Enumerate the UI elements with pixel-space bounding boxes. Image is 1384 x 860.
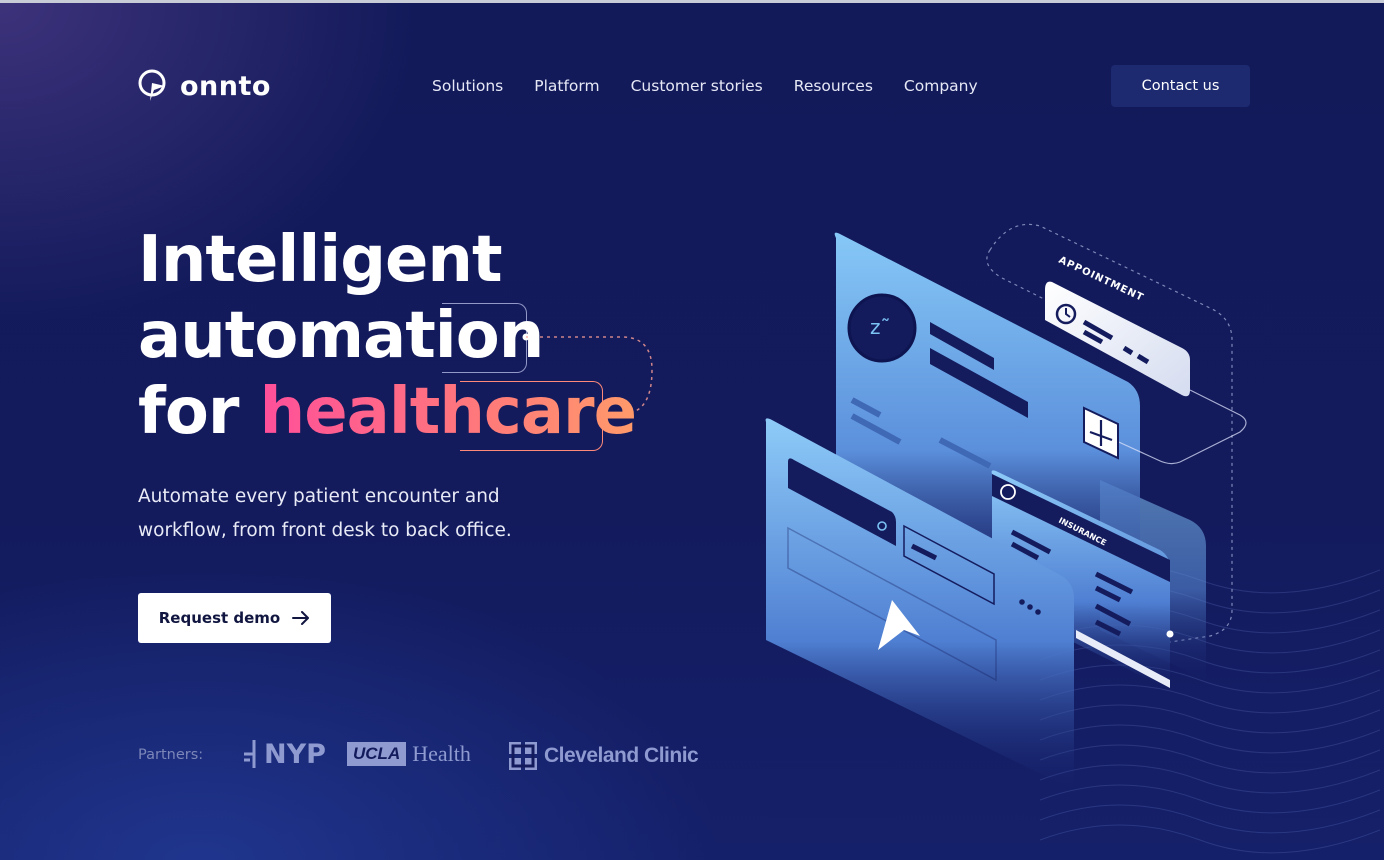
nav-platform[interactable]: Platform: [534, 77, 599, 95]
partner-logo-ucla-health: UCLA Health: [347, 741, 471, 767]
arrow-right-icon: [292, 611, 310, 625]
hero-headline: Intelligent automation for healthcare: [138, 222, 637, 450]
main-nav: Solutions Platform Customer stories Reso…: [432, 77, 1009, 95]
partner-logo-nyp: NYP: [242, 738, 326, 770]
ucla-box-wordmark: UCLA: [347, 742, 407, 766]
request-demo-label: Request demo: [158, 609, 281, 627]
headline-line-3: for healthcare: [138, 374, 637, 450]
more-options-icon: [1019, 599, 1025, 605]
partner-logo-cleveland-clinic: Cleveland Clinic: [508, 741, 699, 771]
brand-logo[interactable]: onnto: [136, 68, 271, 104]
cleveland-clinic-wordmark: Cleveland Clinic: [544, 744, 699, 767]
headline-accent-word: healthcare: [259, 375, 637, 449]
ucla-health-wordmark: Health: [412, 741, 471, 766]
brand-mark-icon: [138, 69, 166, 101]
nyp-wordmark: NYP: [264, 738, 326, 770]
nyp-mark-icon: [244, 740, 256, 768]
request-demo-button[interactable]: Request demo: [138, 593, 331, 643]
headline-line-2: automation: [138, 299, 544, 373]
brand-name: onnto: [180, 70, 271, 102]
sleep-glyph: z˜: [870, 315, 891, 339]
contact-us-button[interactable]: Contact us: [1111, 65, 1250, 107]
partners-label: Partners:: [138, 747, 204, 763]
nav-company[interactable]: Company: [904, 77, 978, 95]
headline-line-3-prefix: for: [138, 375, 260, 449]
nav-customer-stories[interactable]: Customer stories: [631, 77, 763, 95]
hero-subtext: Automate every patient encounter and wor…: [138, 486, 512, 541]
nav-solutions[interactable]: Solutions: [432, 77, 503, 95]
headline-line-1: Intelligent: [138, 223, 503, 297]
cleveland-clinic-mark-icon: [509, 742, 537, 770]
nav-resources[interactable]: Resources: [794, 77, 873, 95]
product-illustration: z˜ APPOINTMENT INSURANCE: [765, 223, 1247, 790]
